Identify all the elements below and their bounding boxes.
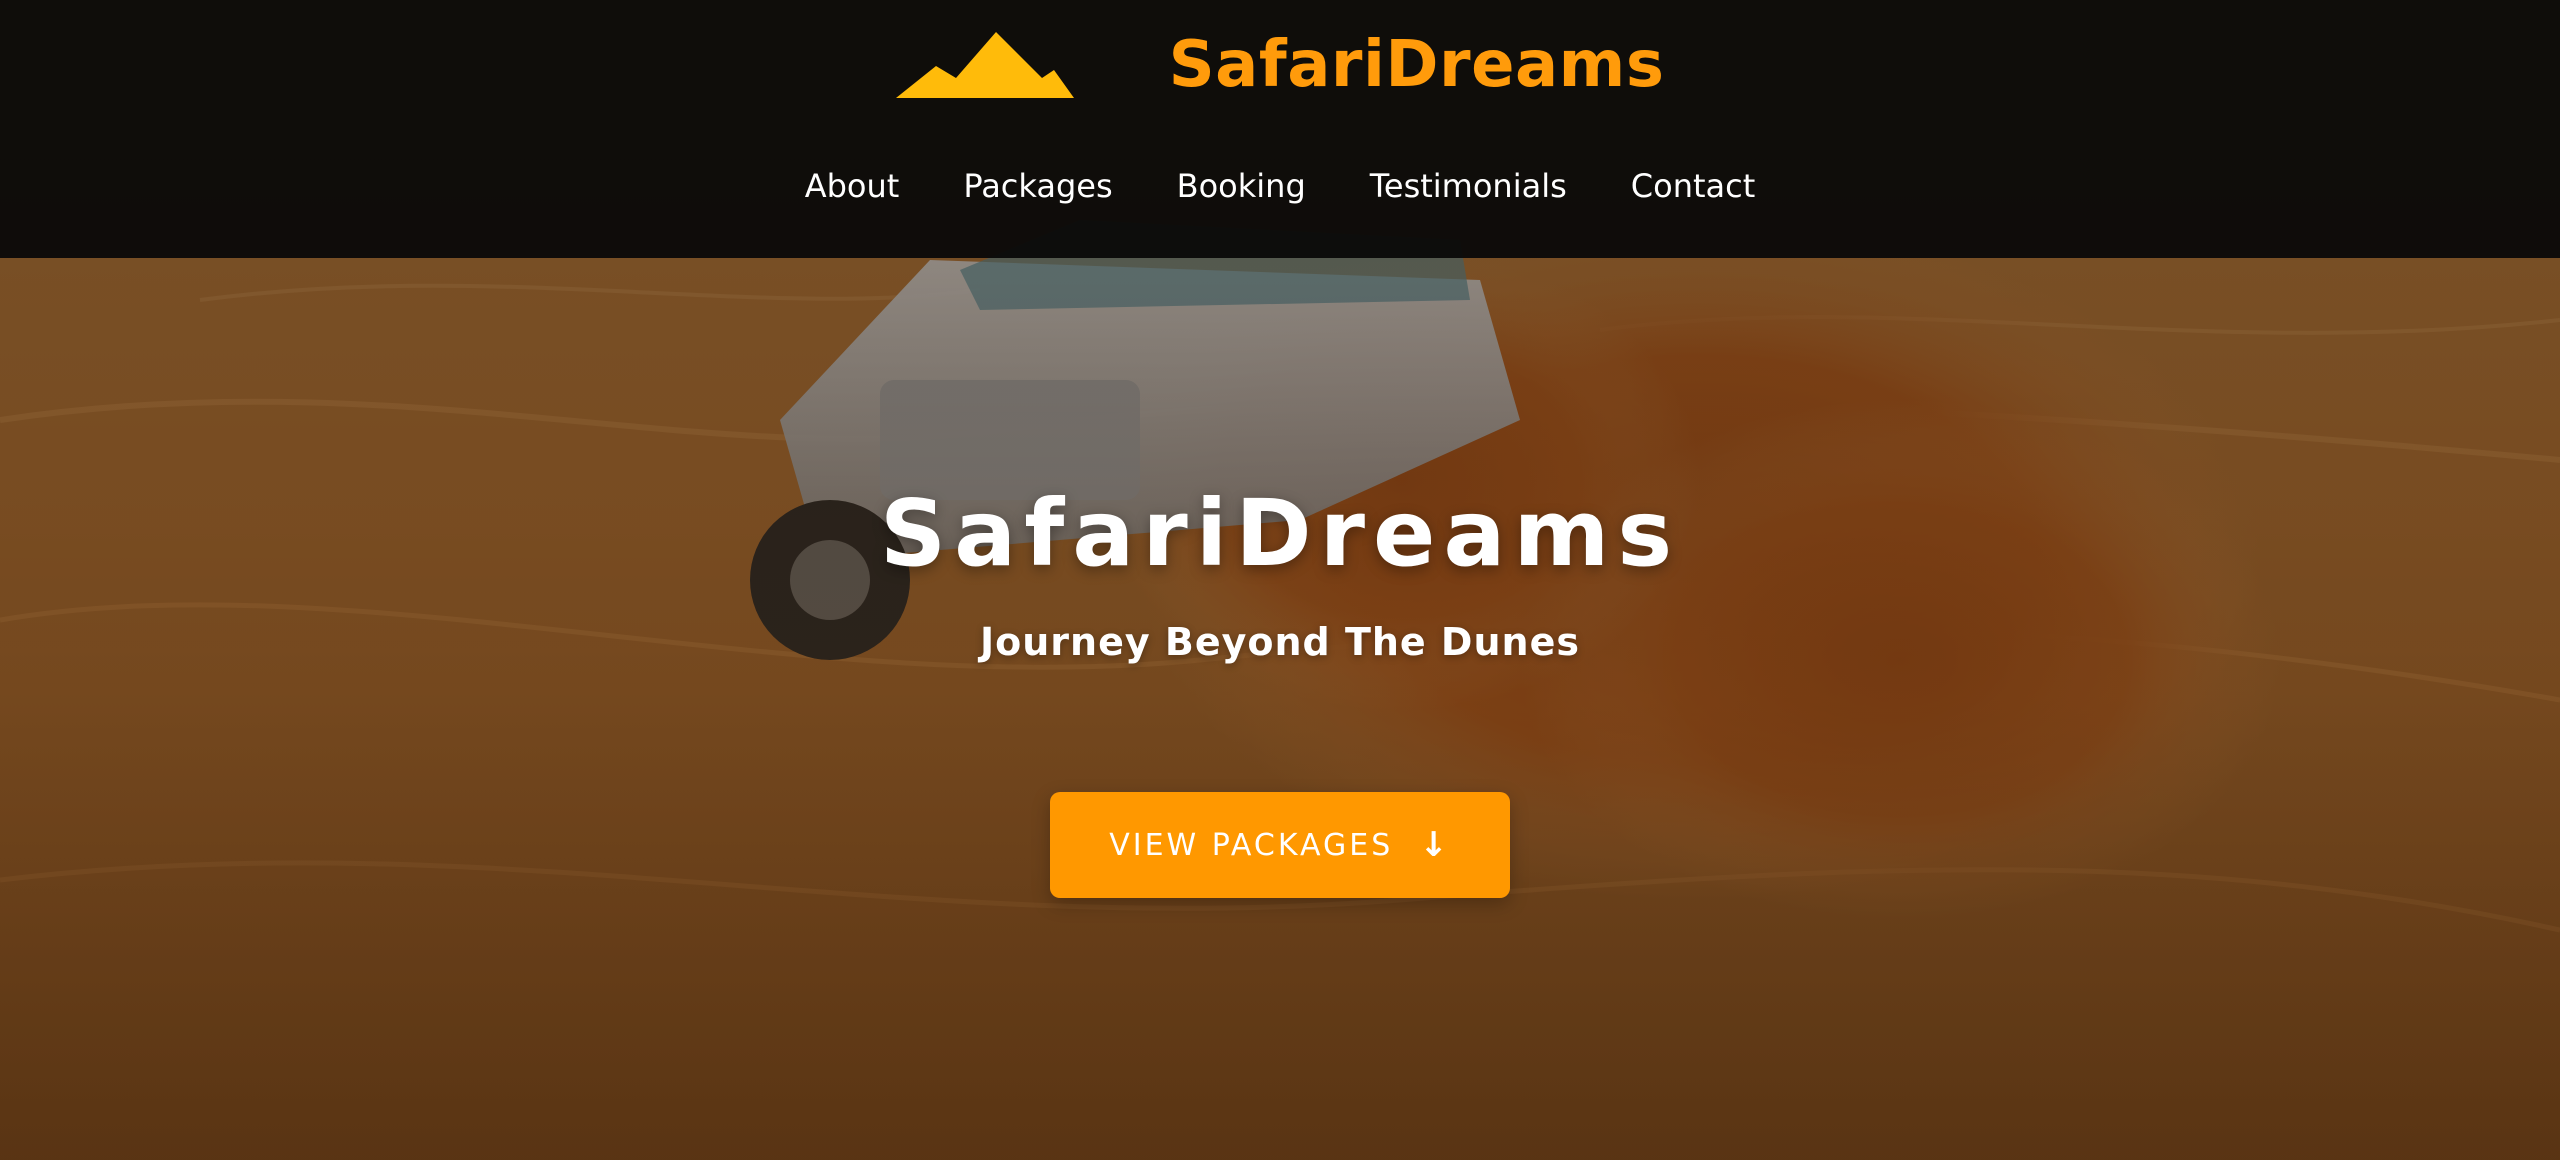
view-packages-label: VIEW PACKAGES bbox=[1109, 827, 1394, 863]
nav-link-packages[interactable]: Packages bbox=[963, 170, 1112, 202]
nav-link-booking[interactable]: Booking bbox=[1177, 170, 1306, 202]
hero-subtitle: Journey Beyond The Dunes bbox=[980, 620, 1580, 664]
nav-link-about[interactable]: About bbox=[805, 170, 900, 202]
nav-link-contact[interactable]: Contact bbox=[1631, 170, 1756, 202]
nav-link-testimonials[interactable]: Testimonials bbox=[1370, 170, 1567, 202]
arrow-down-icon: ↓ bbox=[1419, 825, 1451, 865]
main-nav: About Packages Booking Testimonials Cont… bbox=[0, 170, 2560, 202]
page: SafariDreams About Packages Booking Test… bbox=[0, 0, 2560, 1160]
hero-title: SafariDreams bbox=[879, 480, 1681, 587]
brand: SafariDreams bbox=[0, 20, 2560, 110]
view-packages-button[interactable]: VIEW PACKAGES ↓ bbox=[1050, 792, 1510, 898]
mountain-icon[interactable] bbox=[895, 32, 1074, 98]
brand-name[interactable]: SafariDreams bbox=[1169, 28, 1665, 102]
site-header: SafariDreams About Packages Booking Test… bbox=[0, 0, 2560, 258]
